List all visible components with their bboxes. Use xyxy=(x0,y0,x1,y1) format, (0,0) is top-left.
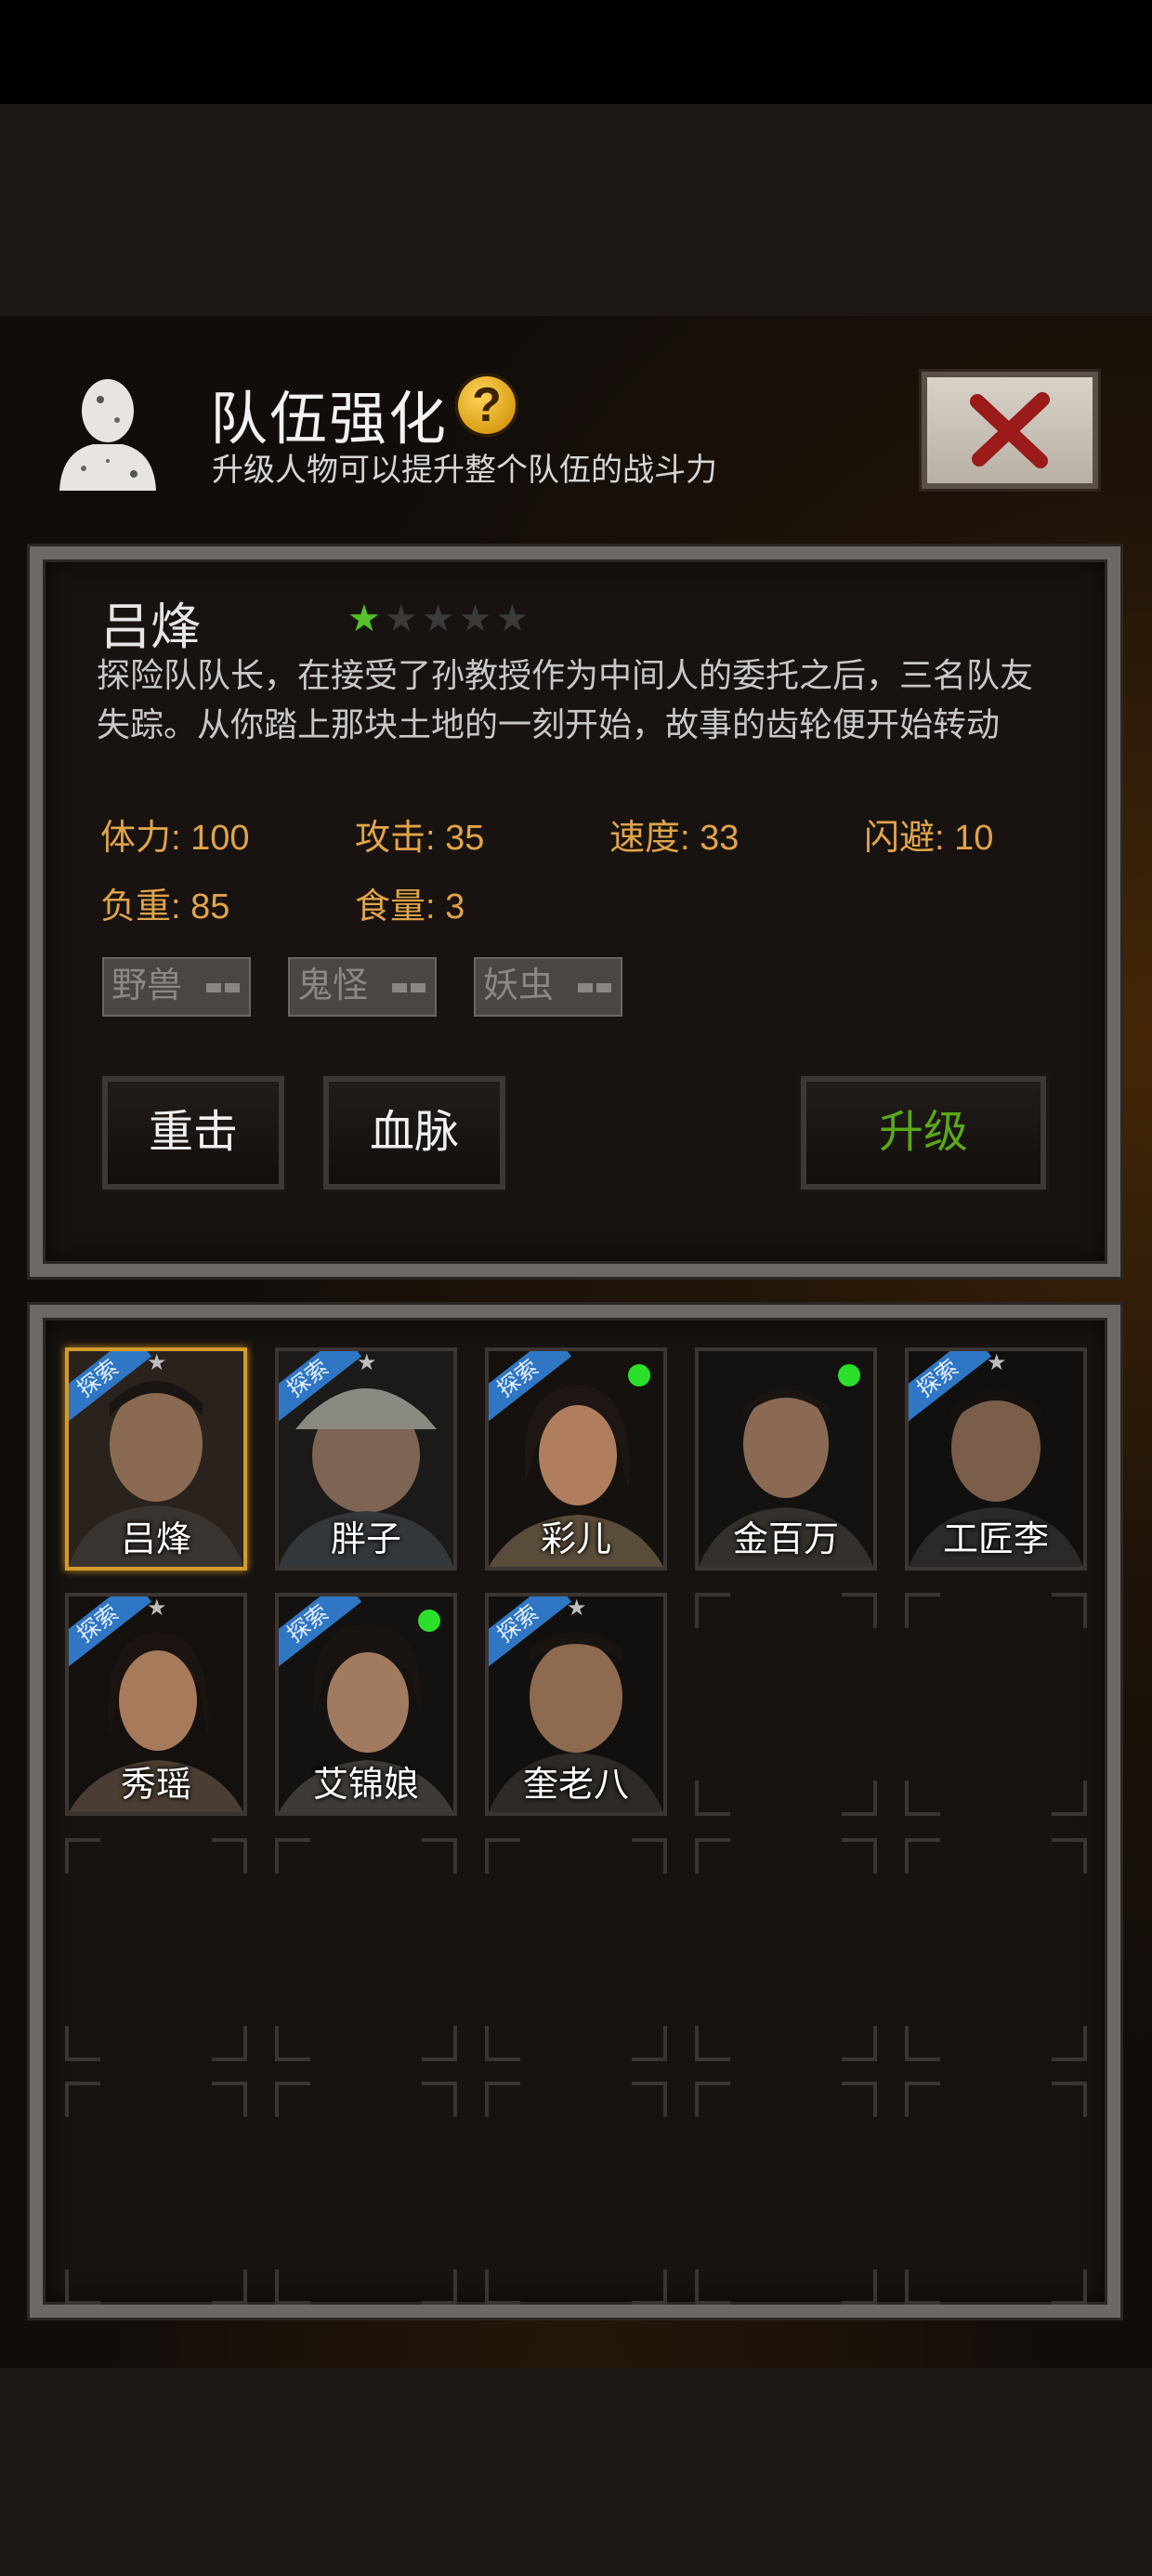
member-name: 金百万 xyxy=(732,1520,839,1559)
page-subtitle: 升级人物可以提升整个队伍的战斗力 xyxy=(212,453,717,488)
empty-slot xyxy=(65,1838,247,2061)
member-name: 胖子 xyxy=(330,1520,401,1559)
close-button[interactable] xyxy=(919,369,1101,492)
player-silhouette-icon xyxy=(59,379,156,491)
empty-slot xyxy=(275,1838,457,2061)
member-name: 彩儿 xyxy=(540,1520,611,1559)
skill-heavy-strike-button[interactable]: 重击 xyxy=(99,1073,287,1192)
empty-slot xyxy=(695,1838,877,2061)
character-name: 吕烽 xyxy=(100,599,201,655)
member-name: 吕烽 xyxy=(120,1520,191,1559)
help-icon[interactable]: ? xyxy=(455,374,518,437)
stat-attack: 攻击: 35 xyxy=(355,819,485,858)
empty-slot xyxy=(905,1593,1087,1816)
online-indicator xyxy=(838,1364,860,1387)
roster-card-xiuyao[interactable]: 探索 ★ 秀瑶 xyxy=(65,1593,247,1816)
stat-load: 负重: 85 xyxy=(100,887,230,927)
member-name: 艾锦娘 xyxy=(312,1766,419,1805)
tag-insect: 妖虫 xyxy=(474,957,622,1017)
empty-slot xyxy=(485,1838,667,2061)
empty-slot xyxy=(695,2082,877,2305)
top-background xyxy=(0,104,1152,316)
star-icon: ★ xyxy=(147,1596,167,1621)
team-upgrade-screen: 队伍强化 ? 升级人物可以提升整个队伍的战斗力 吕烽 ★ ★ ★ ★ ★ 探险队… xyxy=(0,316,1152,2368)
star-icon: ★ xyxy=(987,1350,1007,1375)
star-icon-empty: ★ xyxy=(384,598,418,639)
roster-card-jinbaiwan[interactable]: 金百万 xyxy=(695,1347,877,1571)
roster-card-kuilaoba[interactable]: 探索 ★ 奎老八 xyxy=(485,1593,667,1816)
stat-stamina: 体力: 100 xyxy=(100,819,250,858)
character-description: 探险队队长，在接受了孙教授作为中间人的委托之后，三名队友失踪。从你踏上那块土地的… xyxy=(97,656,1034,743)
tag-label: 妖虫 xyxy=(483,966,555,1005)
tag-label: 鬼怪 xyxy=(297,966,369,1005)
star-icon-empty: ★ xyxy=(458,598,492,639)
empty-slot xyxy=(905,1838,1087,2061)
star-icon: ★ xyxy=(357,1350,377,1375)
stat-speed: 速度: 33 xyxy=(609,819,740,858)
tag-beast: 野兽 xyxy=(102,957,251,1017)
star-icon-filled: ★ xyxy=(347,598,381,639)
empty-slot xyxy=(695,1593,877,1816)
member-name: 奎老八 xyxy=(522,1766,629,1805)
star-icon: ★ xyxy=(147,1350,167,1375)
stat-appetite: 食量: 3 xyxy=(355,887,465,927)
roster-card-lvfeng[interactable]: 探索 ★ 吕烽 xyxy=(65,1347,247,1571)
empty-slot xyxy=(65,2082,247,2305)
tag-label: 野兽 xyxy=(111,966,183,1005)
tag-ghost: 鬼怪 xyxy=(288,957,437,1017)
member-name: 秀瑶 xyxy=(120,1766,191,1805)
online-indicator xyxy=(418,1610,440,1632)
empty-slot xyxy=(485,2082,667,2305)
page-title: 队伍强化 xyxy=(210,388,449,452)
stat-dodge: 闪避: 10 xyxy=(864,819,994,858)
star-icon-empty: ★ xyxy=(495,598,530,639)
roster-card-caier[interactable]: 探索 彩儿 xyxy=(485,1347,667,1571)
member-name: 工匠李 xyxy=(942,1520,1049,1559)
roster-card-gongjiangli[interactable]: 探索 ★ 工匠李 xyxy=(905,1347,1087,1571)
bottom-background xyxy=(0,2368,1152,2576)
upgrade-button[interactable]: 升级 xyxy=(798,1073,1049,1192)
star-icon-empty: ★ xyxy=(421,598,455,639)
empty-slot xyxy=(905,2082,1087,2305)
skill-bloodline-button[interactable]: 血脉 xyxy=(321,1073,508,1192)
star-icon: ★ xyxy=(567,1596,587,1621)
online-indicator xyxy=(628,1364,650,1387)
roster-card-aijinniang[interactable]: 探索 艾锦娘 xyxy=(275,1593,457,1816)
roster-card-pangzi[interactable]: 探索 ★ 胖子 xyxy=(275,1347,457,1571)
empty-slot xyxy=(275,2082,457,2305)
star-rating: ★ ★ ★ ★ ★ xyxy=(347,600,529,637)
close-icon xyxy=(970,392,1050,468)
status-bar xyxy=(0,0,1152,104)
